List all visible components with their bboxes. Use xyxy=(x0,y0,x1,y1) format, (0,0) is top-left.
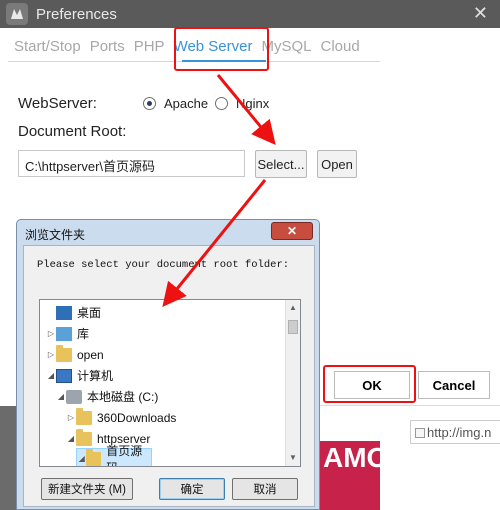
document-root-label: Document Root: xyxy=(18,123,127,140)
nginx-radio[interactable] xyxy=(215,97,228,110)
collapse-toggle-icon[interactable]: ◢ xyxy=(66,434,76,443)
banner-image: AMOUT xyxy=(320,441,380,510)
tree-item-label: 计算机 xyxy=(77,369,114,383)
tree-item-label: 桌面 xyxy=(77,306,102,320)
tab-cloud[interactable]: Cloud xyxy=(321,38,360,55)
new-folder-button[interactable]: 新建文件夹 (M) xyxy=(41,478,133,500)
dialog-ok-button[interactable]: 确定 xyxy=(159,478,225,500)
broken-image-link[interactable]: http://img.n xyxy=(410,420,500,444)
collapse-toggle-icon[interactable]: ◢ xyxy=(77,454,86,463)
tree-item-label: 360Downloads xyxy=(97,410,177,425)
collapse-toggle-icon[interactable]: ◢ xyxy=(46,371,56,380)
dialog-prompt: Please select your document root folder: xyxy=(37,259,290,271)
expand-toggle-icon[interactable]: ▷ xyxy=(46,329,56,338)
expand-toggle-icon[interactable]: ▷ xyxy=(66,413,76,422)
apache-label: Apache xyxy=(164,96,209,111)
expand-toggle-icon[interactable]: ▷ xyxy=(46,350,56,359)
scroll-down-icon[interactable]: ▼ xyxy=(289,453,297,462)
app-logo-icon xyxy=(6,3,28,25)
select-button[interactable]: Select... xyxy=(255,150,307,178)
title-bar: Preferences ✕ xyxy=(0,0,500,28)
computer-icon xyxy=(56,368,72,383)
tab-php[interactable]: PHP xyxy=(134,38,165,55)
tree-item-local-disk-c[interactable]: ◢ 本地磁盘 (C:) xyxy=(56,386,158,407)
scroll-up-icon[interactable]: ▲ xyxy=(289,303,297,312)
dialog-body: Please select your document root folder:… xyxy=(23,245,315,507)
cancel-button[interactable]: Cancel xyxy=(418,371,490,399)
dialog-title: 浏览文件夹 xyxy=(25,228,86,242)
divider xyxy=(320,405,500,406)
dialog-cancel-button[interactable]: 取消 xyxy=(232,478,298,500)
broken-image-icon xyxy=(415,428,425,438)
folder-icon xyxy=(76,407,92,425)
highlight-box-ok xyxy=(323,365,416,403)
tree-item-computer[interactable]: ◢ 计算机 xyxy=(46,365,113,386)
close-icon[interactable]: ✕ xyxy=(473,3,488,24)
tree-item-360downloads[interactable]: ▷ 360Downloads xyxy=(66,407,176,428)
tab-start-stop[interactable]: Start/Stop xyxy=(14,38,81,55)
browse-folder-dialog: 浏览文件夹 ✕ Please select your document root… xyxy=(16,219,320,510)
document-root-field[interactable]: C:\httpserver\首页源码 xyxy=(18,150,245,177)
window-title: Preferences xyxy=(36,5,117,23)
tree-item-desktop[interactable]: 桌面 xyxy=(46,302,101,323)
library-icon xyxy=(56,326,72,341)
scroll-thumb[interactable] xyxy=(288,320,298,334)
screenshot-root: http://img.n AMOUT Preferences ✕ Start/S… xyxy=(0,0,500,510)
webserver-label: WebServer: xyxy=(18,95,97,112)
tree-item-label: open xyxy=(77,347,104,362)
tree-item-label: 库 xyxy=(77,327,90,341)
desktop-icon xyxy=(56,305,72,320)
tree-scrollbar[interactable]: ▲ ▼ xyxy=(285,300,300,466)
image-alt-text: http://img.n xyxy=(427,425,492,440)
tree-item-label: 本地磁盘 (C:) xyxy=(87,390,159,404)
highlight-box-webserver-tab xyxy=(174,27,269,71)
tab-ports[interactable]: Ports xyxy=(90,38,125,55)
user-folder-icon xyxy=(56,344,72,362)
folder-icon xyxy=(76,428,92,446)
apache-radio[interactable] xyxy=(143,97,156,110)
drive-icon xyxy=(66,389,82,404)
collapse-toggle-icon[interactable]: ◢ xyxy=(56,392,66,401)
tree-item-selected-folder[interactable]: ◢ 首页源码 xyxy=(76,444,152,466)
nginx-label: Nginx xyxy=(236,96,270,111)
dialog-close-button[interactable]: ✕ xyxy=(271,222,313,240)
tree-item-open[interactable]: ▷ open xyxy=(46,344,104,365)
folder-icon xyxy=(86,448,102,466)
tree-item-library[interactable]: ▷ 库 xyxy=(46,323,89,344)
open-button[interactable]: Open xyxy=(317,150,357,178)
folder-tree[interactable]: 桌面 ▷ 库 ▷ open ◢ 计算机 ◢ 本地磁盘 (C:) ▷ 360Dow… xyxy=(39,299,301,467)
tree-item-label: 首页源码 xyxy=(106,443,143,467)
